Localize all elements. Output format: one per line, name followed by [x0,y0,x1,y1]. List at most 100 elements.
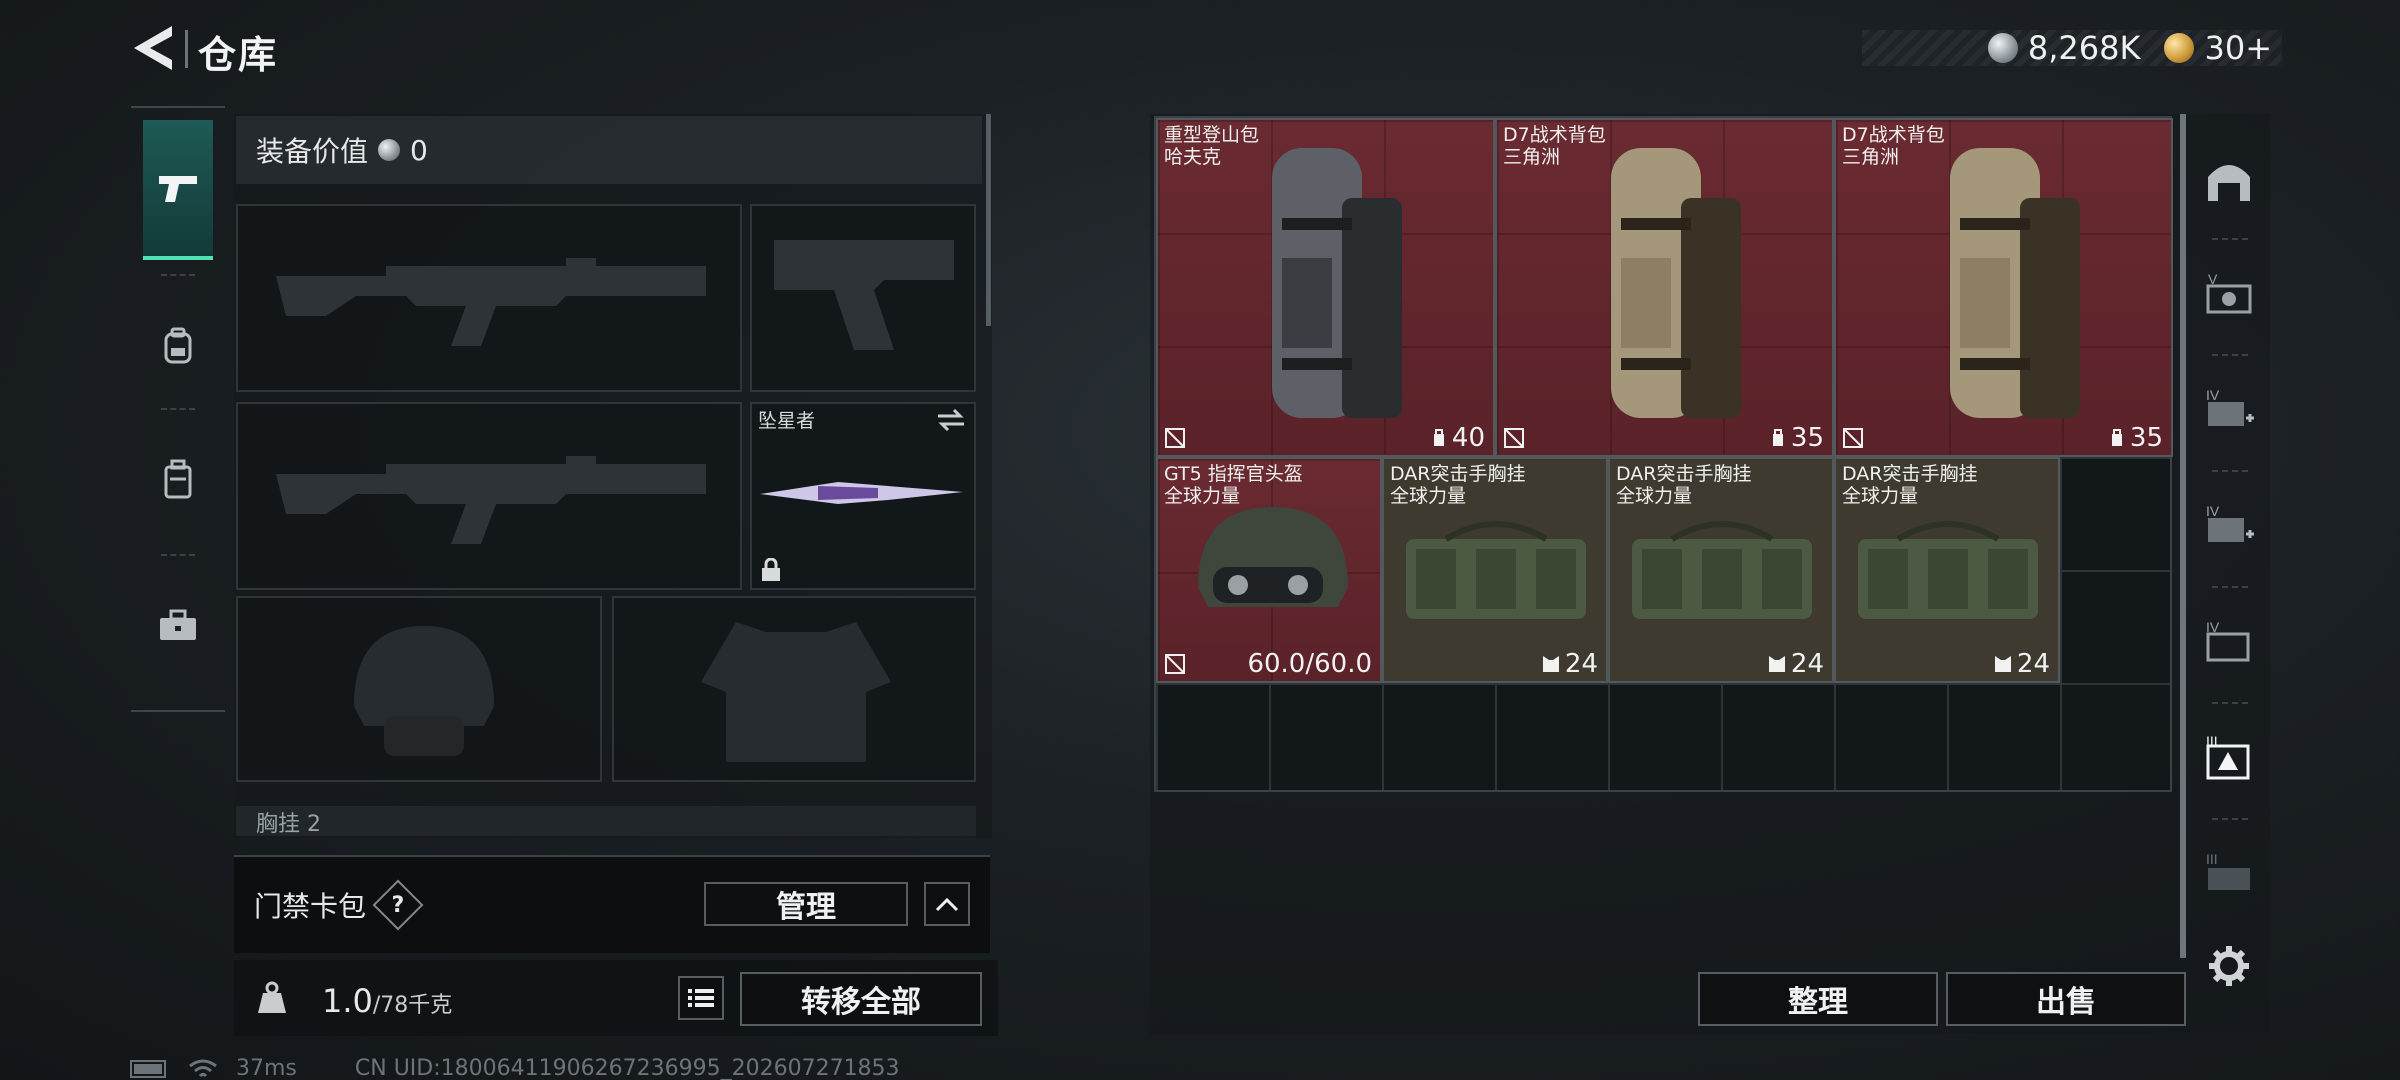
category-iv-folder[interactable]: IV [2196,592,2262,692]
ping-value: 37ms [236,1056,297,1080]
weight-icon [242,968,302,1028]
keycard-pack-label: 门禁卡包 [254,890,367,923]
rifle-silhouette-icon [276,258,706,346]
gear-icon [2209,946,2249,986]
silver-currency-value: 8,268K [2027,29,2141,67]
category-v-warehouse[interactable]: V [2196,244,2262,344]
help-button[interactable]: ? [372,879,424,931]
carry-weight-current: 1.0 [322,982,373,1020]
category-iii-locked[interactable]: III [2196,824,2262,924]
capacity-icon [1772,429,1783,446]
sort-button[interactable]: 整理 [1698,972,1938,1026]
stash-grid[interactable]: 重型登山包 哈夫克 40 D7战术背包 三角洲 35 D7战术背包 三角洲 35… [1154,116,2173,792]
svg-text:IV: IV [2206,388,2220,403]
chest-rig-slot-header[interactable]: 胸挂 2 [236,806,976,836]
transfer-all-button[interactable]: 转移全部 [740,972,982,1026]
primary-weapon-slot[interactable] [236,204,742,392]
helmet-image [1198,507,1348,607]
capacity-icon [1433,429,1444,446]
gold-coin-icon [2164,33,2195,63]
list-icon [688,989,714,1007]
item-durability: 60.0/60.0 [1247,649,1372,679]
capacity-icon [2111,429,2122,446]
user-uid: CN UID:18006411906267236995_202607271853 [354,1056,900,1080]
chest-rig-image [1632,521,1812,619]
item-capacity: 35 [2129,423,2163,453]
chest-rig-image [1406,521,1586,619]
svg-text:III: III [2206,734,2218,749]
stash-item[interactable]: D7战术背包 三角洲 35 [1834,118,2173,457]
item-name: GT5 指挥官头盔 [1164,463,1303,485]
stash-scrollbar[interactable] [2180,114,2186,958]
item-capacity: 24 [2016,649,2050,679]
title-divider [185,30,188,68]
sidearm-slot[interactable] [750,204,976,392]
storage-expand-icon: IV [2206,504,2254,542]
storage-expand-icon: IV [2206,388,2254,426]
stash-item[interactable]: D7战术背包 三角洲 35 [1495,118,1834,457]
stash-item[interactable]: DAR突击手胸挂 全球力量 24 [1382,457,1608,683]
carry-weight-max: /78千克 [372,993,453,1018]
equipment-value-row: 装备价值 0 [236,116,982,184]
stash-item[interactable]: GT5 指挥官头盔 全球力量 60.0/60.0 [1156,457,1382,683]
list-view-button[interactable] [678,976,724,1020]
chevron-up-icon [935,897,959,912]
stash-item[interactable]: DAR突击手胸挂 全球力量 24 [1608,457,1834,683]
tab-backpack[interactable] [143,276,213,416]
back-button[interactable] [128,22,178,74]
tab-case[interactable] [143,556,213,696]
silver-coin-icon [1987,33,2018,63]
backpack-image [1950,148,2080,418]
armor-silhouette-icon [701,622,891,762]
expand-button[interactable] [924,882,970,926]
rig-capacity-icon [1994,656,2011,672]
pistol-icon [159,176,197,202]
armor-slot[interactable] [612,596,976,782]
silver-coin-icon [378,139,401,161]
item-brand: 全球力量 [1164,485,1241,507]
pistol-silhouette-icon [774,240,954,350]
stash-category-column: V IV IV IV III III [2196,114,2262,986]
category-iv-add-2[interactable]: IV [2196,476,2262,576]
backpack-icon [164,327,192,364]
item-capacity: 35 [1790,423,1824,453]
chest-rig-image [1858,521,2038,619]
swap-icon[interactable] [936,408,966,432]
no-insure-icon [1504,428,1524,448]
tab-vest[interactable] [143,410,213,550]
no-insure-icon [1165,654,1185,674]
melee-slot[interactable]: 坠星者 [750,402,976,590]
stash-item[interactable]: 重型登山包 哈夫克 40 [1156,118,1495,457]
helmet-slot[interactable] [236,596,602,782]
item-capacity: 40 [1451,423,1485,453]
manage-button[interactable]: 管理 [704,882,908,926]
status-bar: 37ms CN UID:18006411906267236995_2026072… [130,1056,900,1080]
sell-button[interactable]: 出售 [1946,972,2186,1026]
no-insure-icon [1165,428,1185,448]
secondary-weapon-slot[interactable] [236,402,742,590]
currency-bar: 8,268K 30+ [1862,29,2282,67]
item-name: D7战术背包 [1503,124,1606,146]
lock-icon [762,558,780,581]
tab-weapons[interactable] [143,120,213,260]
equipment-value-label: 装备价值 [256,135,369,168]
rig-capacity-icon [1542,656,1559,672]
gold-currency-value: 30+ [2204,29,2272,67]
category-all[interactable] [2196,130,2262,230]
item-name: DAR突击手胸挂 [1616,463,1752,485]
equipment-value: 0 [410,133,428,167]
svg-text:V: V [2208,272,2218,287]
rig-capacity-icon [1768,656,1785,672]
stash-item[interactable]: DAR突击手胸挂 全球力量 24 [1834,457,2060,683]
backpack-image [1272,148,1402,418]
category-iii-selected[interactable]: III [2196,708,2262,808]
backpack-image [1611,148,1741,418]
item-brand: 哈夫克 [1164,146,1222,168]
item-brand: 全球力量 [1842,485,1919,507]
svg-text:IV: IV [2206,504,2220,519]
loadout-scrollbar[interactable] [986,114,991,326]
settings-button[interactable] [2196,934,2262,998]
storage-v-icon: V [2206,272,2252,314]
knife-icon [760,482,963,504]
category-iv-add-1[interactable]: IV [2196,360,2262,460]
